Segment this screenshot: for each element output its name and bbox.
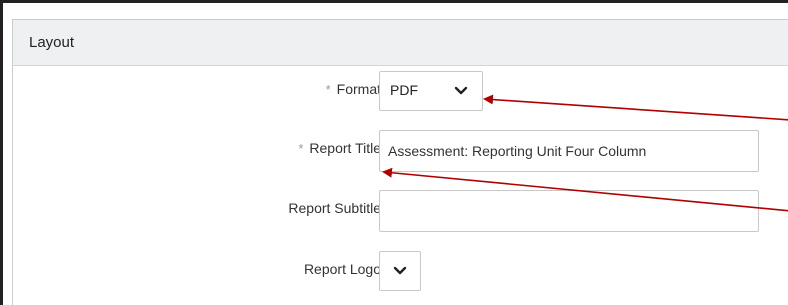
format-select[interactable]: PDF (379, 71, 483, 111)
report-title-label: * Report Title (298, 140, 381, 156)
report-subtitle-label: Report Subtitle (288, 200, 381, 216)
section-header: Layout (13, 20, 788, 66)
report-title-label-text: Report Title (309, 140, 381, 156)
section-title: Layout (29, 34, 75, 51)
chevron-down-icon (393, 266, 407, 275)
layout-panel: Layout * Format PDF * Report Title Report … (0, 0, 788, 305)
required-asterisk: * (298, 141, 304, 156)
report-logo-row: Report Logo (13, 251, 788, 291)
layout-section: Layout * Format PDF * Report Title Report … (12, 19, 788, 305)
format-select-value: PDF (390, 82, 418, 98)
report-title-input[interactable] (379, 130, 759, 172)
format-row: * Format PDF (13, 71, 788, 111)
chevron-down-icon (454, 86, 468, 95)
required-asterisk: * (325, 82, 331, 97)
report-title-row: * Report Title (13, 130, 788, 172)
report-logo-label: Report Logo (303, 261, 381, 277)
report-subtitle-row: Report Subtitle (13, 190, 788, 232)
format-label-text: Format (336, 81, 381, 97)
format-label: * Format (326, 81, 381, 97)
report-subtitle-input[interactable] (379, 190, 759, 232)
report-logo-select[interactable] (379, 251, 421, 291)
